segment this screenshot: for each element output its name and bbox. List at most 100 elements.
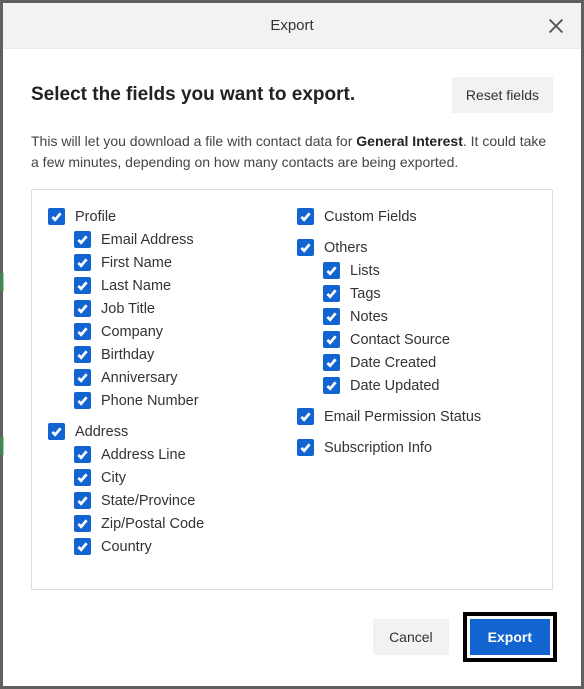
field-item: City — [48, 469, 287, 486]
checkbox[interactable] — [74, 300, 91, 317]
checkbox[interactable] — [48, 423, 65, 440]
field-item: Phone Number — [48, 392, 287, 409]
fields-col-left: Profile Email Address First Name Last Name J… — [48, 208, 287, 569]
field-group-header: Email Permission Status — [297, 408, 536, 425]
field-item-label: Job Title — [101, 301, 155, 317]
reset-fields-button[interactable]: Reset fields — [452, 77, 553, 113]
checkbox[interactable] — [74, 492, 91, 509]
field-item: Email Address — [48, 231, 287, 248]
field-group: Custom Fields — [297, 208, 536, 225]
checkbox[interactable] — [74, 469, 91, 486]
desc-pre: This will let you download a file with c… — [31, 133, 356, 149]
checkbox[interactable] — [297, 239, 314, 256]
checkbox[interactable] — [74, 277, 91, 294]
field-group: Others Lists Tags Notes Contact Source Date C… — [297, 239, 536, 394]
checkbox[interactable] — [323, 377, 340, 394]
field-item: Address Line — [48, 446, 287, 463]
field-group-label: Address — [75, 424, 128, 440]
field-item: State/Province — [48, 492, 287, 509]
field-group: Profile Email Address First Name Last Name J… — [48, 208, 287, 409]
field-group-header: Others — [297, 239, 536, 256]
decor-mark — [0, 437, 4, 455]
field-group-header: Subscription Info — [297, 439, 536, 456]
heading-row: Select the fields you want to export. Re… — [31, 77, 553, 113]
decor-mark — [0, 273, 4, 291]
dialog-footer: Cancel Export — [3, 598, 581, 686]
field-item-label: Date Created — [350, 355, 436, 371]
close-button[interactable] — [545, 15, 567, 37]
field-item-label: Date Updated — [350, 378, 439, 394]
export-dialog: Export Select the fields you want to exp… — [0, 0, 584, 689]
checkbox[interactable] — [323, 262, 340, 279]
field-item: Last Name — [48, 277, 287, 294]
field-group-label: Custom Fields — [324, 209, 417, 225]
field-item: Company — [48, 323, 287, 340]
field-item-label: Anniversary — [101, 370, 178, 386]
field-item-label: Address Line — [101, 447, 186, 463]
dialog-titlebar: Export — [3, 3, 581, 49]
cancel-button[interactable]: Cancel — [373, 619, 449, 655]
checkbox[interactable] — [74, 323, 91, 340]
dialog-content: Select the fields you want to export. Re… — [3, 49, 581, 598]
field-item: Contact Source — [297, 331, 536, 348]
fields-col-right: Custom Fields Others Lists Tags Notes Contact… — [297, 208, 536, 569]
checkbox[interactable] — [323, 331, 340, 348]
checkbox[interactable] — [323, 308, 340, 325]
field-item: First Name — [48, 254, 287, 271]
field-item-label: City — [101, 470, 126, 486]
field-item-label: Zip/Postal Code — [101, 516, 204, 532]
field-group-label: Email Permission Status — [324, 409, 481, 425]
field-item-label: Company — [101, 324, 163, 340]
checkbox[interactable] — [74, 346, 91, 363]
dialog-description: This will let you download a file with c… — [31, 131, 553, 173]
desc-bold: General Interest — [356, 133, 463, 149]
field-item-label: Birthday — [101, 347, 154, 363]
field-item-label: Tags — [350, 286, 381, 302]
field-item-label: Country — [101, 539, 152, 555]
fields-box: Profile Email Address First Name Last Name J… — [31, 189, 553, 590]
field-group-header: Custom Fields — [297, 208, 536, 225]
field-item-label: Email Address — [101, 232, 194, 248]
export-highlight: Export — [463, 612, 557, 662]
field-item: Notes — [297, 308, 536, 325]
checkbox[interactable] — [74, 538, 91, 555]
field-group: Address Address Line City State/Province Zip… — [48, 423, 287, 555]
checkbox[interactable] — [297, 208, 314, 225]
field-group-header: Profile — [48, 208, 287, 225]
checkbox[interactable] — [323, 354, 340, 371]
field-item-label: Lists — [350, 263, 380, 279]
field-item: Date Created — [297, 354, 536, 371]
field-item-label: Last Name — [101, 278, 171, 294]
checkbox[interactable] — [74, 254, 91, 271]
checkbox[interactable] — [297, 439, 314, 456]
field-item-label: Contact Source — [350, 332, 450, 348]
field-item: Date Updated — [297, 377, 536, 394]
field-group: Subscription Info — [297, 439, 536, 456]
checkbox[interactable] — [323, 285, 340, 302]
field-group-label: Profile — [75, 209, 116, 225]
checkbox[interactable] — [74, 446, 91, 463]
field-group-label: Others — [324, 240, 368, 256]
field-item-label: Phone Number — [101, 393, 199, 409]
field-group-label: Subscription Info — [324, 440, 432, 456]
field-item: Country — [48, 538, 287, 555]
field-item-label: State/Province — [101, 493, 195, 509]
dialog-title: Export — [270, 17, 313, 34]
checkbox[interactable] — [297, 408, 314, 425]
checkbox[interactable] — [74, 231, 91, 248]
field-item: Zip/Postal Code — [48, 515, 287, 532]
dialog-heading: Select the fields you want to export. — [31, 84, 355, 106]
checkbox[interactable] — [74, 392, 91, 409]
field-item: Birthday — [48, 346, 287, 363]
checkbox[interactable] — [48, 208, 65, 225]
checkbox[interactable] — [74, 515, 91, 532]
field-item-label: First Name — [101, 255, 172, 271]
checkbox[interactable] — [74, 369, 91, 386]
close-icon — [545, 15, 567, 37]
field-item: Anniversary — [48, 369, 287, 386]
field-group: Email Permission Status — [297, 408, 536, 425]
field-item: Job Title — [48, 300, 287, 317]
field-group-header: Address — [48, 423, 287, 440]
export-button[interactable]: Export — [470, 619, 550, 655]
field-item: Tags — [297, 285, 536, 302]
